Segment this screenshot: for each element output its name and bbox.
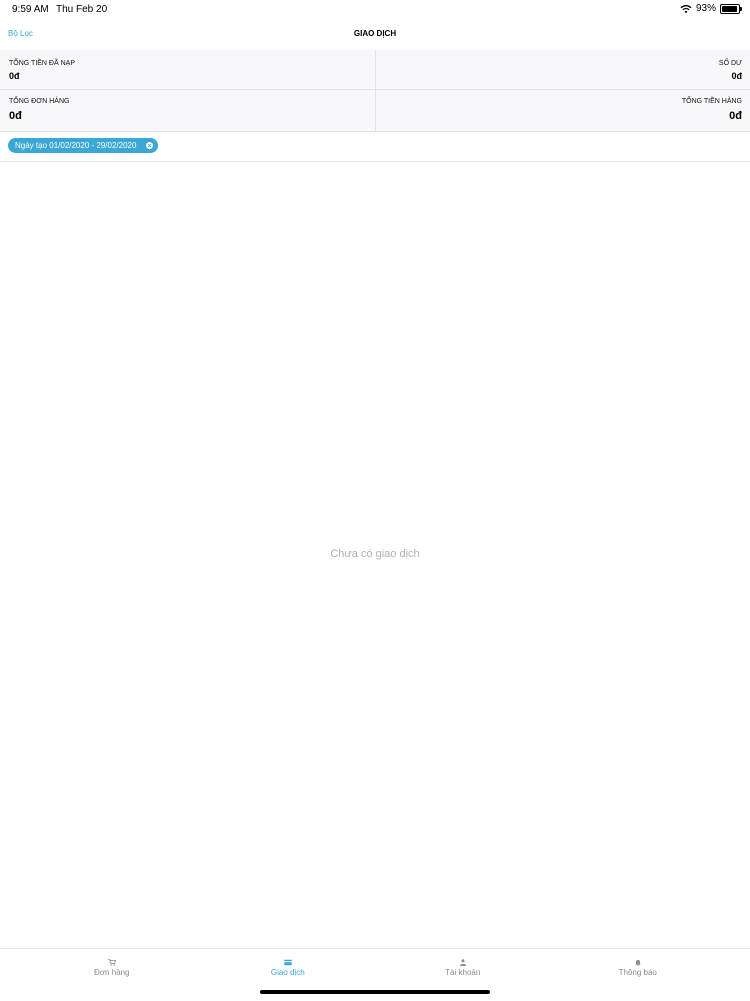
- card-icon: [284, 959, 292, 966]
- tab-transactions[interactable]: Giao dịch: [194, 949, 382, 985]
- balance-label: SỐ DƯ: [718, 60, 742, 67]
- orders-total-cell: TỔNG ĐƠN HÀNG 0đ: [0, 90, 375, 131]
- tab-transactions-label: Giao dịch: [270, 968, 305, 977]
- orders-total-value: 0đ: [9, 110, 22, 122]
- tab-notifications-label: Thông báo: [618, 968, 657, 977]
- remove-filter-icon[interactable]: [146, 139, 154, 154]
- goods-total-value: 0đ: [729, 110, 742, 122]
- topup-total-cell: TỔNG TIỀN ĐÃ NẠP 0đ: [0, 50, 375, 90]
- tab-notifications[interactable]: Thông báo: [544, 949, 732, 985]
- status-bar: 9:59 AM Thu Feb 20 93%: [0, 0, 750, 20]
- cart-icon: [108, 959, 116, 966]
- date-filter-chip[interactable]: Ngày tạo 01/02/2020 - 29/02/2020: [8, 138, 159, 154]
- battery-percent: 93%: [695, 3, 716, 14]
- tab-account-label: Tài khoản: [445, 968, 481, 977]
- bell-icon: [634, 960, 641, 966]
- tab-orders-label: Đơn hàng: [94, 968, 130, 977]
- tab-orders[interactable]: Đơn hàng: [18, 949, 206, 985]
- person-icon: [459, 959, 466, 966]
- navigation-bar: Bộ Lọc GIAO DỊCH: [0, 22, 750, 51]
- status-date: Thu Feb 20: [56, 4, 108, 15]
- battery-icon: [720, 3, 742, 14]
- orders-total-label: TỔNG ĐƠN HÀNG: [9, 98, 70, 105]
- date-filter-label: Ngày tạo 01/02/2020 - 29/02/2020: [15, 141, 137, 150]
- topup-total-label: TỔNG TIỀN ĐÃ NẠP: [9, 60, 75, 67]
- balance-value: 0đ: [731, 71, 742, 81]
- battery-fill: [722, 5, 737, 12]
- tab-account[interactable]: Tài khoản: [369, 949, 557, 985]
- summary-panel: TỔNG TIỀN ĐÃ NẠP 0đ SỐ DƯ 0đ TỔNG ĐƠN HÀ…: [0, 50, 750, 132]
- balance-cell: SỐ DƯ 0đ: [375, 50, 750, 90]
- page-title: GIAO DỊCH: [353, 29, 397, 38]
- status-indicators: 93%: [680, 3, 742, 14]
- goods-total-cell: TỔNG TIỀN HÀNG 0đ: [375, 90, 750, 131]
- empty-state-message: Chưa có giao dịch: [330, 548, 420, 560]
- topup-total-value: 0đ: [9, 71, 20, 81]
- active-filters: Ngày tạo 01/02/2020 - 29/02/2020: [0, 131, 750, 162]
- home-indicator[interactable]: [260, 990, 490, 994]
- status-time: 9:59 AM: [12, 4, 49, 15]
- goods-total-label: TỔNG TIỀN HÀNG: [681, 98, 742, 105]
- wifi-icon: [680, 4, 692, 13]
